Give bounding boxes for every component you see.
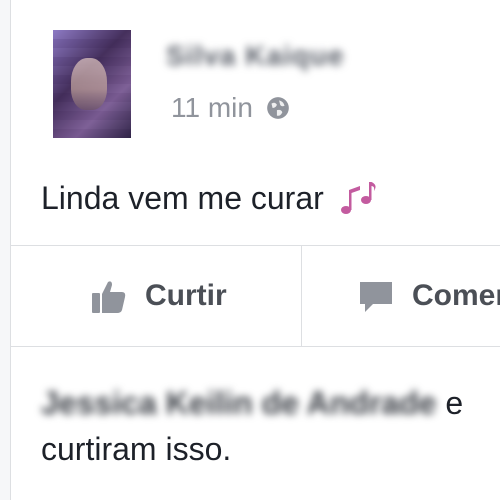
comment-button-label: Comen	[412, 279, 500, 312]
author-avatar[interactable]	[53, 30, 131, 138]
speech-bubble-icon	[360, 282, 392, 312]
like-button-label: Curtir	[145, 279, 227, 312]
post-card: Silva Kaique 11 min Linda vem me curar C…	[10, 0, 500, 500]
like-button[interactable]: Curtir	[89, 246, 227, 346]
post-action-bar: Curtir Comen	[11, 245, 500, 347]
likes-suffix: curtiram isso.	[41, 431, 232, 468]
likes-connector: e	[445, 385, 464, 421]
post-timestamp[interactable]: 11 min	[171, 92, 253, 124]
liker-names[interactable]: Jessica Keilin de Andrade	[41, 380, 436, 426]
author-name[interactable]: Silva Kaique	[166, 40, 345, 72]
post-message-text: Linda vem me curar	[41, 179, 324, 216]
action-divider	[301, 246, 302, 346]
thumbs-up-icon	[92, 281, 126, 313]
post-meta: 11 min	[171, 92, 291, 124]
comment-button[interactable]: Comen	[356, 246, 500, 346]
globe-icon[interactable]	[265, 95, 291, 121]
music-notes-icon	[340, 182, 376, 214]
likes-summary[interactable]: Jessica Keilin de Andrade e curtiram iss…	[41, 380, 500, 473]
post-message: Linda vem me curar	[41, 176, 380, 220]
screenshot-frame: Silva Kaique 11 min Linda vem me curar C…	[0, 0, 500, 500]
